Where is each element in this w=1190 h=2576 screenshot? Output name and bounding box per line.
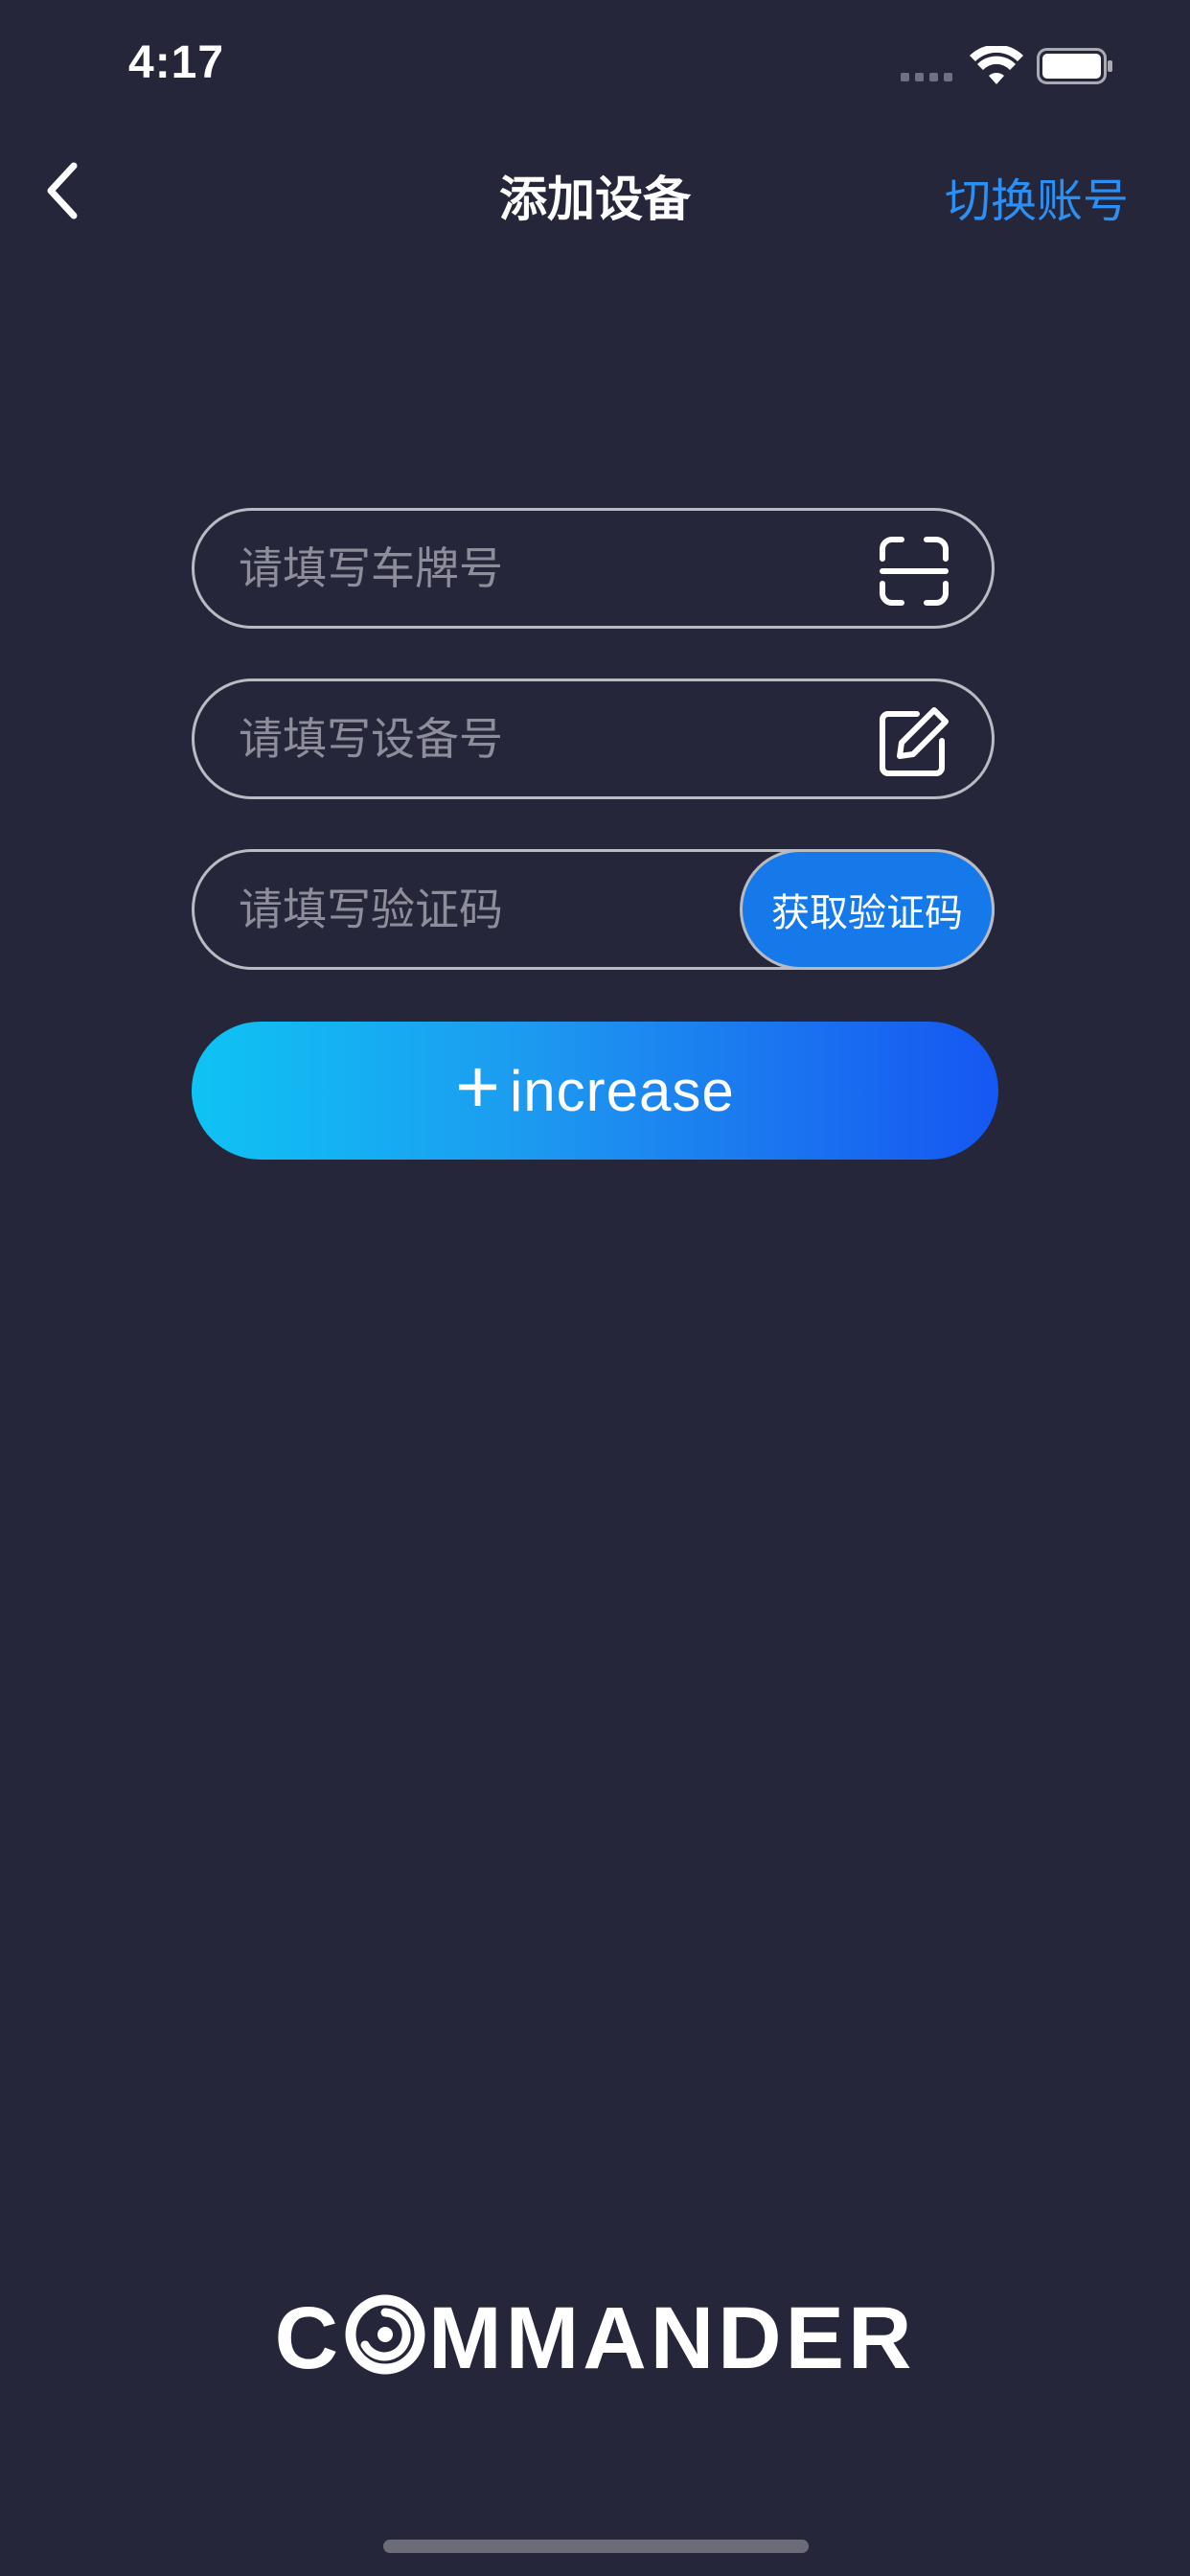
logo-text-prefix: C — [274, 2289, 343, 2387]
get-code-button[interactable]: 获取验证码 — [740, 849, 995, 970]
status-bar: 4:17 — [0, 0, 1190, 134]
status-time: 4:17 — [128, 37, 225, 88]
commander-logo: C MMANDER — [0, 2288, 1190, 2389]
verification-code-field[interactable]: 获取验证码 — [192, 849, 995, 970]
plate-number-input[interactable] — [239, 511, 852, 626]
home-indicator[interactable] — [383, 2540, 809, 2553]
increase-label: increase — [509, 1058, 735, 1123]
switch-account-button[interactable]: 切换账号 — [945, 163, 1129, 230]
logo-o-mark-icon — [345, 2294, 425, 2375]
verification-code-input[interactable] — [239, 852, 641, 967]
increase-button[interactable]: + increase — [192, 1022, 998, 1160]
battery-icon — [1037, 48, 1112, 84]
device-number-field[interactable] — [192, 678, 995, 799]
navigation-bar: 添加设备 切换账号 — [0, 134, 1190, 249]
wifi-icon — [970, 46, 1023, 84]
plate-number-field[interactable] — [192, 508, 995, 629]
scan-icon[interactable] — [879, 536, 950, 607]
logo-text-suffix: MMANDER — [428, 2289, 916, 2387]
edit-icon[interactable] — [879, 706, 950, 777]
plus-icon: + — [455, 1044, 500, 1129]
device-number-input[interactable] — [239, 681, 852, 796]
cellular-signal-icon — [901, 73, 952, 81]
